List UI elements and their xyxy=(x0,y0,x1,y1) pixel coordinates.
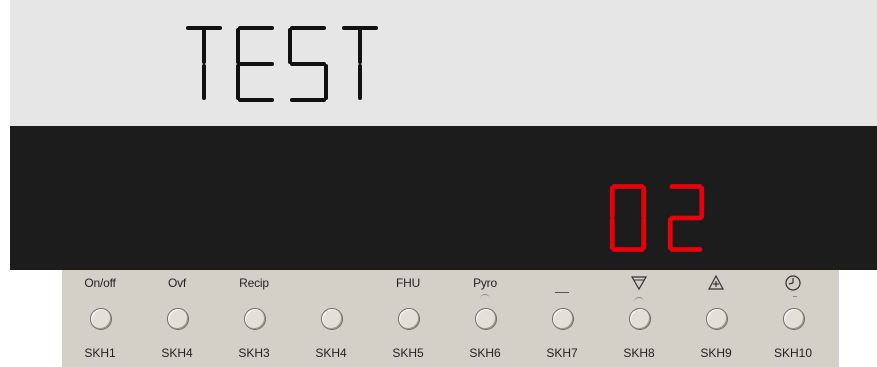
soft-key-id: SKH1 xyxy=(84,346,116,360)
soft-key-9[interactable]: SKH9 xyxy=(678,270,754,367)
soft-key-button[interactable] xyxy=(244,308,266,330)
soft-key-label: FHU xyxy=(395,276,421,290)
soft-key-button[interactable] xyxy=(783,308,805,330)
arc-mark-icon xyxy=(480,294,490,299)
soft-key-label: Recip xyxy=(239,276,269,290)
led-display: 02 xyxy=(10,126,877,270)
lcd-display: TEST xyxy=(10,0,877,126)
segment-char-1: 0 xyxy=(609,184,647,252)
dot-mark-icon xyxy=(793,296,797,301)
segment-char-2: 2 xyxy=(667,184,705,252)
soft-key-button[interactable] xyxy=(552,308,574,330)
soft-key-id: SKH10 xyxy=(773,346,813,360)
segment-char-4: T xyxy=(342,26,378,100)
soft-key-7[interactable]: SKH7 xyxy=(524,270,600,367)
segment-char-2: E xyxy=(236,26,274,102)
soft-key-button[interactable] xyxy=(321,308,343,330)
soft-key-id: SKH8 xyxy=(623,346,655,360)
soft-key-2[interactable]: Ovf SKH4 xyxy=(139,270,215,367)
soft-key-label: On/off xyxy=(84,276,116,290)
segment-char-1: T xyxy=(186,26,222,100)
soft-key-button[interactable] xyxy=(706,308,728,330)
soft-key-label: Pyro xyxy=(473,276,497,290)
dash-mark-icon xyxy=(555,292,569,297)
soft-key-3[interactable]: Recip SKH3 xyxy=(216,270,292,367)
led-value: 02 xyxy=(605,183,709,253)
clock-icon xyxy=(755,274,831,297)
soft-key-button[interactable] xyxy=(90,308,112,330)
segment-char-3: S xyxy=(288,26,328,102)
lcd-text: TEST xyxy=(182,24,382,104)
soft-key-id: SKH5 xyxy=(392,346,424,360)
soft-key-button[interactable] xyxy=(629,308,651,330)
soft-key-4[interactable]: SKH4 xyxy=(293,270,369,367)
soft-key-id: SKH4 xyxy=(315,346,347,360)
soft-key-button[interactable] xyxy=(475,308,497,330)
soft-key-id: SKH6 xyxy=(469,346,501,360)
soft-key-button[interactable] xyxy=(167,308,189,330)
up-triangle-plus-icon xyxy=(678,274,754,297)
soft-key-id: SKH3 xyxy=(238,346,270,360)
soft-key-id: SKH9 xyxy=(700,346,732,360)
soft-key-button[interactable] xyxy=(398,308,420,330)
soft-key-5[interactable]: FHU SKH5 xyxy=(370,270,446,367)
arc-mark-icon xyxy=(634,297,644,302)
soft-key-8[interactable]: SKH8 xyxy=(601,270,677,367)
soft-key-label: Ovf xyxy=(167,276,187,290)
soft-key-1[interactable]: On/off SKH1 xyxy=(62,270,138,367)
soft-key-id: SKH7 xyxy=(546,346,578,360)
soft-key-6[interactable]: Pyro SKH6 xyxy=(447,270,523,367)
soft-key-10[interactable]: SKH10 xyxy=(755,270,831,367)
down-triangle-icon xyxy=(601,274,677,297)
soft-key-panel: On/off SKH1 Ovf SKH4 Recip SKH3 SKH4 FHU… xyxy=(62,270,839,367)
soft-key-id: SKH4 xyxy=(161,346,193,360)
